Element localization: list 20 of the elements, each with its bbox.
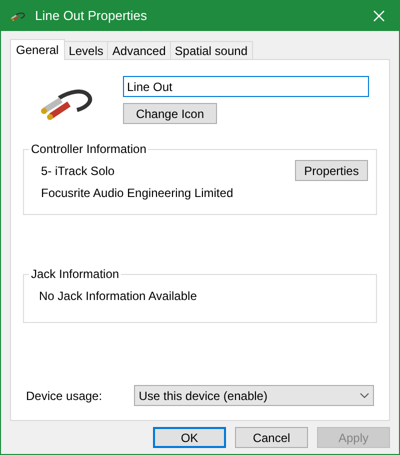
tab[interactable]: General [10, 39, 65, 60]
change-icon-button[interactable]: Change Icon [123, 103, 217, 124]
controller-name: 5- iTrack Solo [41, 162, 115, 180]
tab[interactable]: Spatial sound [170, 41, 252, 59]
dialog-button[interactable]: Cancel [235, 427, 308, 448]
window-title: Line Out Properties [35, 7, 148, 26]
properties-button[interactable]: Properties [295, 160, 368, 181]
dialog-button[interactable]: OK [153, 427, 226, 448]
tab[interactable]: Levels [64, 41, 108, 59]
manufacturer-text: Focusrite Audio Engineering Limited [40, 185, 234, 202]
jack-info-text: No Jack Information Available [38, 288, 198, 305]
device-usage-label: Device usage: [26, 388, 104, 404]
tab[interactable]: Advanced [108, 41, 171, 59]
group-title: Jack Information [30, 266, 120, 283]
group-title: Controller Information [30, 141, 148, 158]
close-icon [373, 10, 385, 22]
audio-cable-icon [9, 11, 27, 21]
name-input-field[interactable]: Line Out [123, 76, 369, 97]
chevron-down-icon [360, 393, 369, 398]
device-usage-dropdown[interactable]: Use this device (enable) [134, 385, 374, 406]
